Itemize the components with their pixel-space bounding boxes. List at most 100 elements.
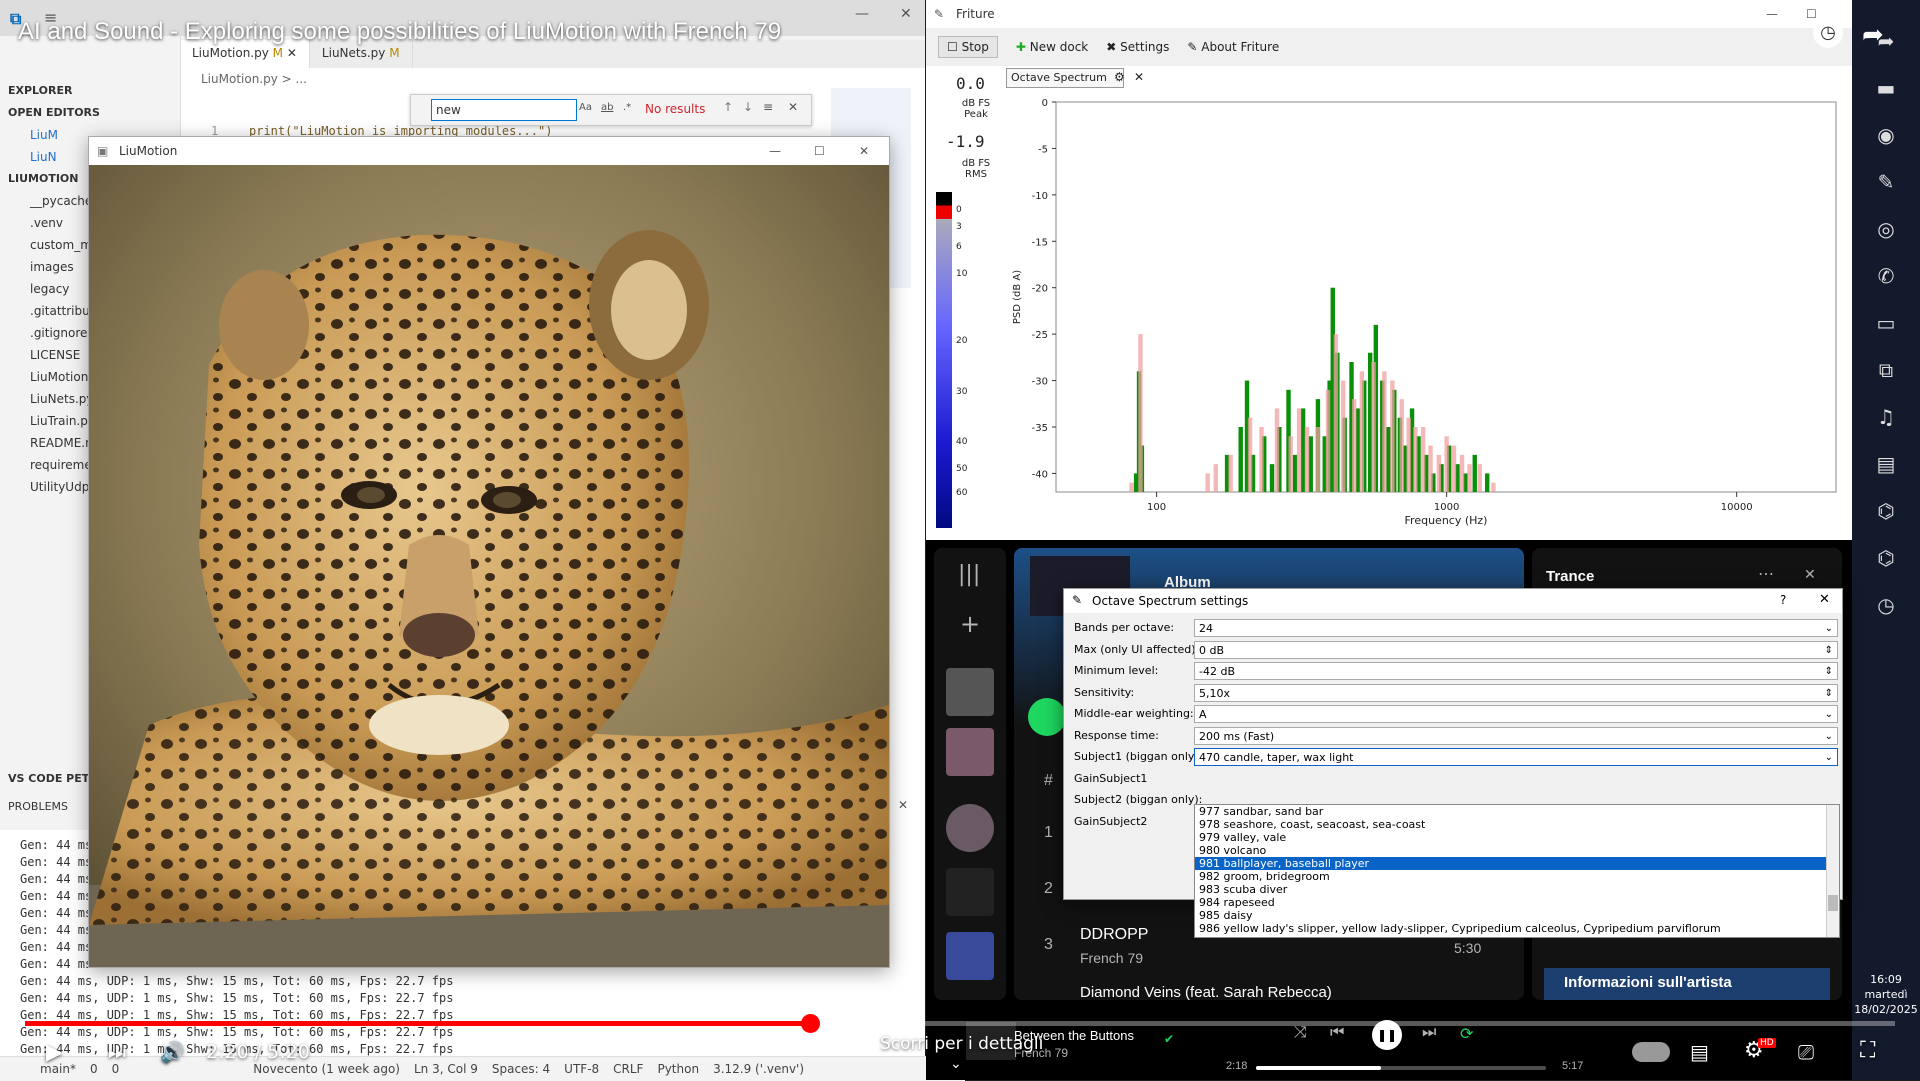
copilot-icon[interactable]: ◉ bbox=[1852, 112, 1920, 159]
dropdown-option[interactable]: 985 daisy bbox=[1195, 909, 1839, 922]
share-icon[interactable]: ➦ bbox=[1862, 20, 1884, 50]
vs-code-pets-header[interactable]: VS CODE PET bbox=[0, 768, 89, 790]
spin-arrows-icon[interactable]: ⇕ bbox=[1825, 663, 1833, 681]
eol[interactable]: CRLF bbox=[613, 1062, 643, 1076]
vscode-icon[interactable]: ⧉ bbox=[1852, 347, 1920, 394]
video-title[interactable]: AI and Sound - Exploring some possibilit… bbox=[18, 18, 781, 46]
chevron-down-icon[interactable]: ⌄ bbox=[1825, 706, 1833, 724]
whole-word-icon[interactable]: ab bbox=[601, 102, 613, 113]
python-icon[interactable]: ⌬ bbox=[1852, 535, 1920, 582]
minimize-button[interactable]: — bbox=[1766, 0, 1778, 28]
cast-icon[interactable]: ⎚ bbox=[1798, 1040, 1814, 1064]
errors-count[interactable]: 0 bbox=[90, 1062, 98, 1076]
warnings-count[interactable]: 0 bbox=[112, 1062, 120, 1076]
previous-match-icon[interactable]: ↑ bbox=[723, 100, 733, 114]
maximize-button[interactable]: ☐ bbox=[814, 137, 825, 165]
dropdown-option[interactable]: 981 ballplayer, baseball player bbox=[1195, 857, 1839, 870]
settings-button[interactable]: ✖ Settings bbox=[1106, 40, 1169, 54]
close-panel-icon[interactable]: ✕ bbox=[1804, 566, 1816, 583]
spin-arrows-icon[interactable]: ⇕ bbox=[1825, 685, 1833, 703]
playlist-cover[interactable] bbox=[946, 932, 994, 980]
dropdown-option[interactable]: 982 groom, bridegroom bbox=[1195, 870, 1839, 883]
dropdown-option[interactable]: 984 rapeseed bbox=[1195, 896, 1839, 909]
paint-icon[interactable]: ✎ bbox=[1852, 159, 1920, 206]
match-case-icon[interactable]: Aa bbox=[579, 102, 592, 113]
more-options-icon[interactable]: ⋯ bbox=[1758, 564, 1774, 584]
repeat-icon[interactable]: ⟳ bbox=[1460, 1024, 1473, 1043]
scroll-for-details-hint[interactable]: Scorri per i dettagli bbox=[880, 1034, 1043, 1054]
minimize-button[interactable]: — bbox=[769, 137, 781, 165]
dropdown-option[interactable]: 979 valley, vale bbox=[1195, 831, 1839, 844]
chevron-down-icon[interactable]: ⌄ bbox=[1825, 749, 1833, 767]
plot-area[interactable] bbox=[1055, 101, 1837, 493]
next-video-button[interactable]: ⏭ bbox=[108, 1040, 126, 1064]
play-album-button[interactable] bbox=[1028, 698, 1066, 736]
chrome-icon[interactable]: ◎ bbox=[1852, 206, 1920, 253]
subtitles-icon[interactable]: ▤ bbox=[1690, 1040, 1709, 1064]
dropdown-option[interactable]: 983 scuba diver bbox=[1195, 883, 1839, 896]
new-dock-button[interactable]: ✚ New dock bbox=[1016, 40, 1088, 54]
close-button[interactable]: ✕ bbox=[859, 137, 869, 165]
folder-icon[interactable]: ▬ bbox=[1852, 65, 1920, 112]
shuffle-icon[interactable]: ⤨ bbox=[1294, 1024, 1307, 1042]
play-button[interactable]: ▶ bbox=[46, 1040, 63, 1065]
combobox-field[interactable]: 470 candle, taper, wax light ⌄ bbox=[1194, 748, 1838, 766]
dialog-titlebar[interactable]: ✎ Octave Spectrum settings ? ✕ bbox=[1064, 589, 1842, 613]
autoplay-toggle[interactable] bbox=[1632, 1042, 1670, 1062]
help-button[interactable]: ? bbox=[1780, 593, 1786, 607]
volume-icon[interactable]: 🔊 bbox=[160, 1040, 185, 1064]
spotify-icon[interactable]: ♫ bbox=[1852, 394, 1920, 441]
track-title[interactable]: DDROPP bbox=[1080, 926, 1148, 944]
next-track-title[interactable]: Diamond Veins (feat. Sarah Rebecca) bbox=[1080, 984, 1332, 1001]
find-input[interactable]: new bbox=[431, 99, 577, 121]
indentation[interactable]: Spaces: 4 bbox=[492, 1062, 550, 1076]
playback-progress-track[interactable] bbox=[1256, 1066, 1546, 1070]
dropdown-option[interactable]: 980 volcano bbox=[1195, 844, 1839, 857]
octave-spectrum-chart[interactable]: 0 -5 -10 -15 -20 -25 -30 -35 -40 100 1000 10000 Freq… bbox=[1006, 96, 1846, 540]
close-button[interactable]: ✕ bbox=[1819, 592, 1830, 607]
previous-icon[interactable]: ⏮ bbox=[1330, 1024, 1344, 1042]
encoding[interactable]: UTF-8 bbox=[564, 1062, 599, 1076]
watch-later-icon[interactable]: ◷ bbox=[1813, 18, 1843, 48]
artist-info-card[interactable]: Informazioni sull'artista bbox=[1544, 968, 1830, 1000]
spinbox-field[interactable]: -42 dB ⇕ bbox=[1194, 662, 1838, 680]
expand-chevron-icon[interactable]: ⌄ bbox=[950, 1056, 962, 1072]
widget-settings-icon[interactable]: ⚙ bbox=[1114, 70, 1125, 84]
add-icon[interactable]: + bbox=[960, 610, 980, 638]
clock[interactable]: 16:09 martedì 18/02/2025 bbox=[1852, 972, 1920, 1017]
recorder-icon[interactable]: ◷ bbox=[1852, 582, 1920, 629]
language-mode[interactable]: Python bbox=[657, 1062, 699, 1076]
combobox-field[interactable]: 200 ms (Fast) ⌄ bbox=[1194, 726, 1838, 746]
spinbox-field[interactable]: 0 dB ⇕ bbox=[1194, 640, 1838, 660]
scrollbar-thumb[interactable] bbox=[1828, 895, 1838, 911]
spin-arrows-icon[interactable]: ⇕ bbox=[1825, 642, 1833, 660]
friture-titlebar[interactable]: ✎ Friture — ☐ bbox=[926, 0, 1852, 28]
python-icon[interactable]: ⌬ bbox=[1852, 488, 1920, 535]
regex-icon[interactable]: .* bbox=[623, 102, 631, 113]
playlist-cover[interactable] bbox=[946, 868, 994, 916]
playlist-cover[interactable] bbox=[946, 668, 994, 716]
widget-select[interactable]: Octave Spectrum bbox=[1006, 68, 1124, 88]
spinbox-field[interactable]: 5,10x ⇕ bbox=[1194, 683, 1838, 703]
cursor-position[interactable]: Ln 3, Col 9 bbox=[414, 1062, 478, 1076]
minimize-button[interactable]: — bbox=[855, 6, 869, 22]
combobox-field[interactable]: 24 ⌄ bbox=[1194, 619, 1838, 637]
dropdown-option[interactable]: 986 yellow lady's slipper, yellow lady-s… bbox=[1195, 922, 1839, 935]
notes-icon[interactable]: ▤ bbox=[1852, 441, 1920, 488]
chevron-down-icon[interactable]: ⌄ bbox=[1825, 620, 1833, 638]
dropdown-option[interactable]: 978 seashore, coast, seacoast, sea-coast bbox=[1195, 818, 1839, 831]
find-in-selection-icon[interactable]: ≡ bbox=[763, 100, 773, 114]
close-tab-icon[interactable]: ✕ bbox=[287, 46, 297, 60]
close-button[interactable]: ✕ bbox=[900, 6, 912, 22]
chevron-down-icon[interactable]: ⌄ bbox=[1825, 728, 1833, 746]
dropdown-scrollbar[interactable] bbox=[1826, 805, 1839, 937]
breadcrumb[interactable]: LiuMotion.py > ... bbox=[201, 72, 307, 86]
next-match-icon[interactable]: ↓ bbox=[743, 100, 753, 114]
close-find-icon[interactable]: ✕ bbox=[788, 100, 798, 114]
interpreter[interactable]: 3.12.9 ('.venv') bbox=[713, 1062, 804, 1076]
stop-button[interactable]: ☐ Stop bbox=[938, 36, 998, 58]
playlist-cover[interactable] bbox=[946, 728, 994, 776]
widget-close-icon[interactable]: ✕ bbox=[1134, 70, 1144, 84]
track-artist[interactable]: French 79 bbox=[1080, 950, 1143, 966]
subject1-dropdown-list[interactable]: 977 sandbar, sand bar 978 seashore, coast… bbox=[1194, 804, 1840, 938]
